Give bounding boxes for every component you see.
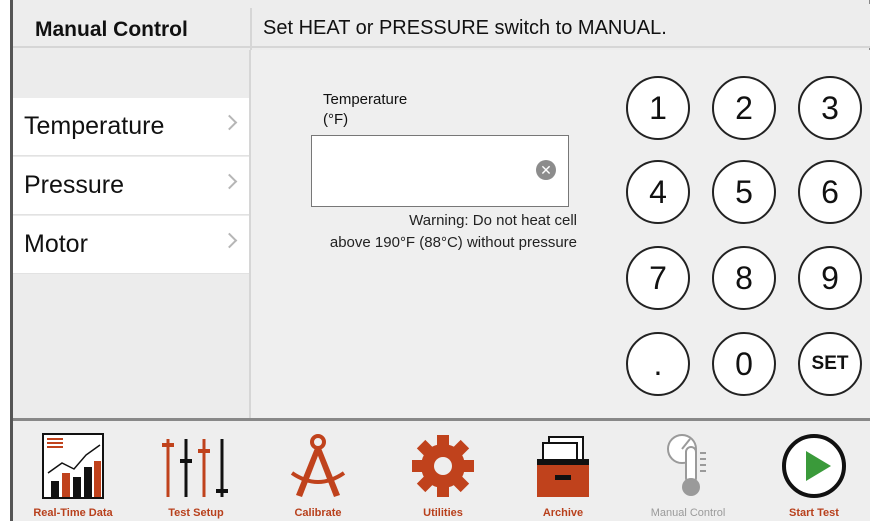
sidebar-item-motor[interactable]: Motor (13, 216, 249, 274)
keypad-key-1[interactable]: 1 (626, 76, 690, 140)
field-label-name: Temperature (323, 91, 408, 108)
nav-test-setup[interactable]: Test Setup (141, 421, 251, 524)
app-window: Manual Control Set HEAT or PRESSURE swit… (10, 0, 870, 521)
keypad-key-4[interactable]: 4 (626, 160, 690, 224)
keypad-key-7[interactable]: 7 (626, 246, 690, 310)
sidebar-item-pressure[interactable]: Pressure (13, 157, 249, 215)
file-cabinet-icon (537, 436, 589, 497)
temperature-field-label: Temperature (°F) (323, 90, 407, 130)
keypad-key-8[interactable]: 8 (712, 246, 776, 310)
nav-label: Archive (542, 507, 584, 519)
nav-calibrate[interactable]: Calibrate (263, 421, 373, 524)
warning-line-1: Warning: Do not heat cell (409, 212, 577, 229)
keypad-key-2[interactable]: 2 (712, 76, 776, 140)
nav-label: Test Setup (168, 507, 224, 519)
header-bar: Manual Control Set HEAT or PRESSURE swit… (13, 4, 870, 52)
sidebar: Temperature Pressure Motor (13, 50, 251, 418)
nav-label: Real-Time Data (33, 507, 113, 519)
chevron-right-icon (221, 114, 238, 131)
keypad-set-button[interactable]: SET (798, 332, 862, 396)
nav-label: Calibrate (294, 507, 342, 519)
warning-text: Warning: Do not heat cell above 190°F (8… (291, 210, 577, 254)
chart-icon (42, 433, 104, 499)
keypad-key-5[interactable]: 5 (712, 160, 776, 224)
status-message: Set HEAT or PRESSURE switch to MANUAL. (263, 17, 667, 39)
sliders-icon (162, 439, 228, 497)
nav-utilities[interactable]: Utilities (388, 421, 498, 524)
nav-manual-control[interactable]: Manual Control (628, 421, 748, 524)
bottom-nav: Real-Time Data Test Setup Calibrate Util… (13, 418, 870, 521)
keypad-key-9[interactable]: 9 (798, 246, 862, 310)
nav-label: Start Test (789, 507, 839, 519)
temperature-input[interactable]: ✕ (311, 135, 569, 207)
field-label-unit: (°F) (323, 111, 349, 128)
nav-label: Manual Control (650, 507, 726, 519)
page-title: Manual Control (35, 18, 188, 41)
compass-icon (290, 434, 346, 497)
gear-icon (412, 435, 474, 497)
play-icon (782, 434, 846, 498)
keypad-key-3[interactable]: 3 (798, 76, 862, 140)
header-divider (250, 8, 252, 52)
sidebar-item-temperature[interactable]: Temperature (13, 98, 249, 156)
main-panel: Temperature (°F) ✕ Warning: Do not heat … (251, 50, 870, 418)
keypad-key-0[interactable]: 0 (712, 332, 776, 396)
sidebar-item-label: Pressure (24, 171, 125, 199)
thermometer-gauge-icon (667, 434, 706, 496)
sidebar-item-label: Temperature (24, 112, 165, 140)
nav-start-test[interactable]: Start Test (761, 421, 867, 524)
clear-icon[interactable]: ✕ (536, 160, 556, 180)
nav-label: Utilities (423, 507, 463, 519)
sidebar-item-label: Motor (24, 230, 88, 258)
chevron-right-icon (221, 173, 238, 190)
warning-line-2: above 190°F (88°C) without pressure (329, 234, 577, 251)
keypad-key-6[interactable]: 6 (798, 160, 862, 224)
keypad-key-decimal[interactable]: . (626, 332, 690, 396)
nav-real-time-data[interactable]: Real-Time Data (13, 421, 133, 524)
nav-archive[interactable]: Archive (508, 421, 618, 524)
chevron-right-icon (221, 232, 238, 249)
